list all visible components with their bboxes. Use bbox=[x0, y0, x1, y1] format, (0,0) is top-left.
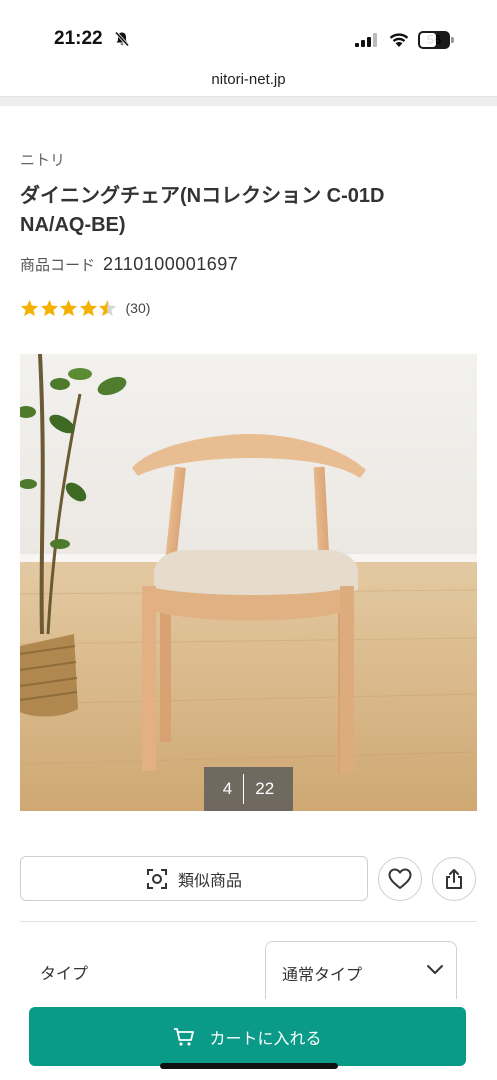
battery-icon: 56 bbox=[418, 31, 454, 49]
product-title: ダイニングチェア(Nコレクション C-01D NA/AQ-BE) bbox=[20, 185, 385, 236]
wifi-icon bbox=[389, 33, 409, 47]
status-time: 21:22 bbox=[54, 28, 103, 49]
bell-slash-icon bbox=[114, 31, 130, 47]
star-icon bbox=[99, 299, 116, 316]
review-count[interactable]: (30) bbox=[126, 300, 151, 316]
share-button[interactable] bbox=[432, 857, 476, 901]
variant-label: タイプ bbox=[40, 964, 89, 983]
favorite-button[interactable] bbox=[378, 857, 422, 901]
heart-icon bbox=[388, 868, 412, 889]
section-divider bbox=[20, 921, 477, 922]
add-to-cart-button[interactable]: カートに入れる bbox=[29, 1007, 466, 1066]
cart-icon bbox=[174, 1027, 195, 1046]
star-icon bbox=[60, 299, 77, 316]
star-icon bbox=[79, 299, 97, 316]
battery-level: 56 bbox=[426, 32, 442, 47]
image-counter-total: 22 bbox=[255, 779, 275, 798]
similar-products-button[interactable]: 類似商品 bbox=[20, 856, 368, 901]
address-bar-url[interactable]: nitori-net.jp bbox=[0, 71, 497, 88]
image-counter-separator bbox=[243, 774, 245, 804]
product-code-row: 商品コード 2110100001697 bbox=[20, 254, 238, 275]
variant-selected-value: 通常タイプ bbox=[282, 965, 363, 984]
product-code-label: 商品コード bbox=[20, 256, 96, 274]
variant-select[interactable]: 通常タイプ bbox=[265, 941, 457, 999]
image-counter-current: 4 bbox=[222, 779, 233, 798]
home-indicator bbox=[160, 1063, 338, 1069]
chevron-down-icon bbox=[427, 965, 443, 974]
rating[interactable]: (30) bbox=[20, 297, 150, 319]
rating-stars bbox=[20, 299, 118, 318]
signal-icon bbox=[355, 33, 377, 47]
share-icon bbox=[446, 869, 462, 889]
star-icon bbox=[21, 299, 38, 316]
product-code-value: 2110100001697 bbox=[103, 254, 239, 274]
image-counter: 4 22 bbox=[204, 767, 293, 811]
add-to-cart-label: カートに入れる bbox=[209, 1028, 322, 1048]
toolbar-divider bbox=[0, 96, 497, 106]
star-icon bbox=[40, 299, 58, 316]
camera-scan-icon bbox=[146, 868, 167, 889]
brand-name[interactable]: ニトリ bbox=[20, 149, 65, 170]
similar-products-label: 類似商品 bbox=[177, 870, 242, 890]
product-image[interactable] bbox=[20, 354, 477, 811]
status-bar: 21:22 56 bbox=[0, 0, 497, 62]
